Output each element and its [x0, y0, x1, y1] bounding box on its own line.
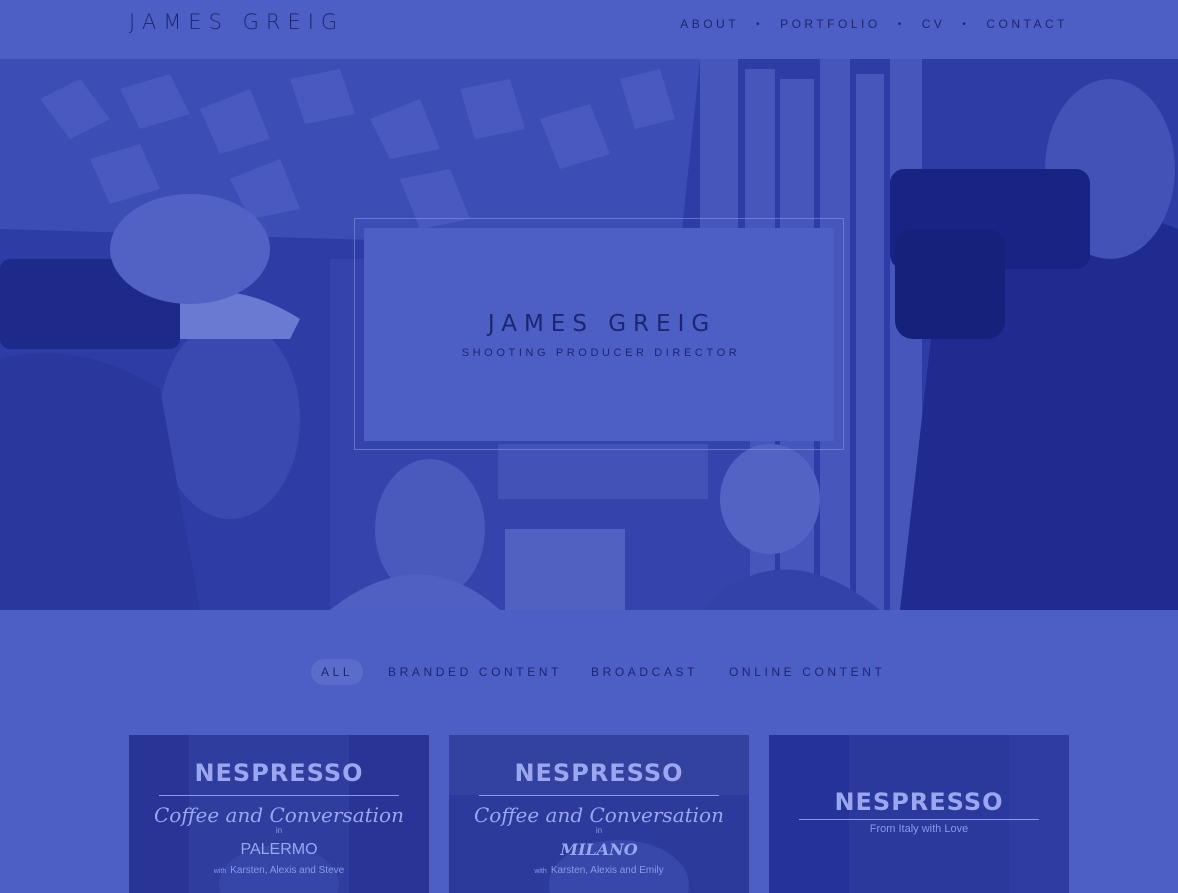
card-city: MILANO	[560, 840, 638, 859]
nav-contact[interactable]: CONTACT	[986, 17, 1068, 31]
card-divider	[159, 795, 399, 796]
filter-branded-content[interactable]: BRANDED CONTENT	[378, 659, 572, 685]
card-divider	[479, 795, 719, 796]
card-with-names: Karsten, Alexis and Steve	[230, 865, 345, 876]
nav-separator: •	[897, 18, 905, 30]
hero-title-box: JAMES GREIG SHOOTING PRODUCER DIRECTOR	[364, 228, 834, 441]
card-with: with Karsten, Alexis and Steve	[129, 865, 429, 876]
card-city: PALERMO	[240, 841, 318, 858]
card-with-label: with	[213, 868, 227, 875]
filter-all[interactable]: ALL	[311, 659, 364, 685]
card-with: with Karsten, Alexis and Emily	[449, 865, 749, 876]
card-with-names: Karsten, Alexis and Emily	[550, 865, 664, 876]
card-script-title: Coffee and Conversation	[474, 803, 724, 827]
portfolio-card-from-italy[interactable]: NESPRESSO From Italy with Love	[769, 735, 1069, 893]
filter-broadcast[interactable]: BROADCAST	[581, 659, 708, 685]
hero-banner: JAMES GREIG SHOOTING PRODUCER DIRECTOR	[0, 59, 1178, 610]
nav-separator: •	[756, 18, 764, 30]
main-nav: ABOUT • PORTFOLIO • CV • CONTACT	[680, 17, 1068, 31]
nav-about[interactable]: ABOUT	[680, 17, 739, 31]
nav-separator: •	[962, 18, 970, 30]
hero-title: JAMES GREIG	[487, 310, 717, 337]
portfolio-filters: ALL BRANDED CONTENT BROADCAST ONLINE CON…	[0, 659, 1178, 685]
portfolio-card-milano[interactable]: NESPRESSO Coffee and Conversation in MIL…	[449, 735, 749, 893]
card-divider	[799, 819, 1039, 820]
portfolio-card-palermo[interactable]: NESPRESSO Coffee and Conversation in PAL…	[129, 735, 429, 893]
filter-online-content[interactable]: ONLINE CONTENT	[719, 659, 895, 685]
card-tagline: From Italy with Love	[869, 823, 969, 835]
hero-subtitle: SHOOTING PRODUCER DIRECTOR	[461, 346, 741, 359]
card-in: in	[595, 826, 603, 835]
card-script-title: Coffee and Conversation	[154, 803, 404, 827]
card-in: in	[275, 826, 283, 835]
site-header: JAMES GREIG ABOUT • PORTFOLIO • CV • CON…	[0, 0, 1178, 59]
nav-cv[interactable]: CV	[922, 17, 946, 31]
card-brand: NESPRESSO	[194, 759, 364, 787]
site-logo[interactable]: JAMES GREIG	[129, 10, 344, 34]
card-brand: NESPRESSO	[514, 759, 684, 787]
card-brand: NESPRESSO	[834, 788, 1004, 816]
card-with-label: with	[534, 868, 547, 875]
nav-portfolio[interactable]: PORTFOLIO	[780, 17, 881, 31]
